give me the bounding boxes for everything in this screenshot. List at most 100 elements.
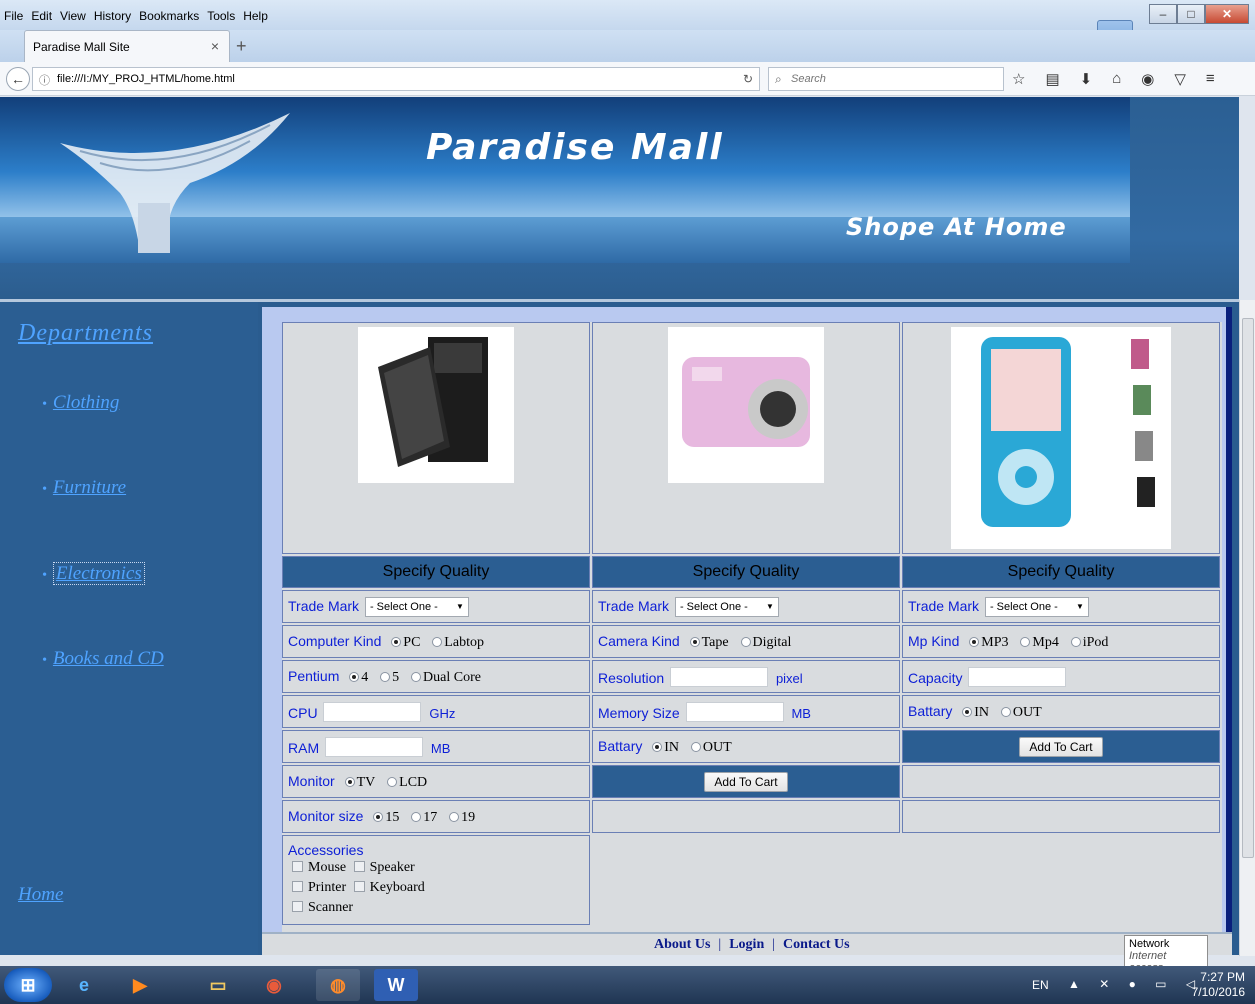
radio-battery-out[interactable]: [690, 741, 701, 752]
radio-size-19[interactable]: [449, 811, 460, 822]
radio-size-17[interactable]: [411, 811, 422, 822]
radio-pc[interactable]: [391, 636, 402, 647]
menu-bookmarks[interactable]: Bookmarks: [139, 9, 199, 23]
ie-icon[interactable]: e: [62, 969, 106, 1001]
chat-icon[interactable]: ◉: [1141, 70, 1154, 88]
option-label: Dual Core: [423, 669, 481, 685]
radio-pentium-5[interactable]: [380, 671, 391, 682]
mp3-image: [951, 327, 1171, 549]
site-title: Paradise Mall: [426, 127, 724, 168]
computer-trademark-select[interactable]: - Select One - ▼: [364, 596, 469, 617]
header-banner: Paradise Mall Shope At Home: [0, 97, 1130, 263]
option-label: PC: [403, 634, 421, 650]
camera-image: [668, 327, 824, 483]
option-label: LCD: [399, 774, 428, 790]
menu-help[interactable]: Help: [243, 9, 268, 23]
monitor-label: Monitor: [288, 772, 335, 789]
info-icon[interactable]: ⓘ: [39, 72, 50, 88]
radio-battery-in[interactable]: [962, 706, 973, 717]
vertical-scrollbar[interactable]: [1239, 300, 1255, 956]
clock[interactable]: 7:27 PM 7/10/2016: [1192, 970, 1245, 1000]
bookmark-star-icon[interactable]: ☆: [1012, 70, 1025, 88]
mp3-battery-row: Battary IN OUT: [902, 695, 1220, 728]
checkbox-scanner[interactable]: [292, 901, 303, 912]
close-window-button[interactable]: ✕: [1205, 4, 1249, 24]
radio-mp3[interactable]: [969, 636, 980, 647]
mp-kind-label: Mp Kind: [908, 632, 960, 649]
camera-trademark-select[interactable]: - Select One - ▼: [674, 596, 779, 617]
cpu-input[interactable]: [323, 701, 422, 722]
resolution-input[interactable]: [670, 666, 769, 687]
camera-add-to-cart-button[interactable]: Add To Cart: [704, 771, 788, 792]
departments-title[interactable]: Departments: [18, 320, 153, 347]
chrome-icon[interactable]: ◉: [252, 969, 296, 1001]
home-link[interactable]: Home: [18, 884, 63, 906]
radio-labtop[interactable]: [432, 636, 443, 647]
hamburger-menu-icon[interactable]: ≡: [1206, 70, 1215, 88]
radio-battery-in[interactable]: [652, 741, 663, 752]
radio-monitor-lcd[interactable]: [387, 776, 398, 787]
checkbox-keyboard[interactable]: [353, 881, 365, 892]
camera-battery-row: Battary IN OUT: [592, 730, 900, 763]
navigation-toolbar: ← ⓘ file:///I:/MY_PROJ_HTML/home.html ↻ …: [0, 62, 1255, 96]
radio-tape[interactable]: [689, 636, 700, 647]
checkbox-speaker[interactable]: [353, 861, 365, 872]
radio-dual-core[interactable]: [411, 671, 422, 682]
sidebar-item-electronics[interactable]: • Electronics: [42, 562, 145, 585]
tab-paradise-mall[interactable]: Paradise Mall Site ×: [24, 30, 230, 62]
sidebar-item-books[interactable]: • Books and CD: [42, 648, 164, 670]
checkbox-printer[interactable]: [292, 881, 303, 892]
search-box[interactable]: ⌕: [768, 67, 1004, 91]
capacity-input[interactable]: [968, 666, 1067, 687]
tab-close-icon[interactable]: ×: [211, 38, 219, 54]
language-indicator[interactable]: EN: [1032, 978, 1049, 992]
file-explorer-icon[interactable]: ▭: [196, 969, 240, 1001]
option-label: IN: [664, 739, 680, 755]
pocket-icon[interactable]: ▽: [1174, 70, 1186, 88]
start-button[interactable]: ⊞: [4, 968, 52, 1002]
tray-icons[interactable]: ▲ ✕ ● ▭ ◁: [1068, 977, 1203, 991]
checkbox-mouse[interactable]: [292, 861, 303, 872]
word-icon[interactable]: W: [374, 969, 418, 1001]
downloads-icon[interactable]: ⬇: [1080, 70, 1093, 88]
maximize-button[interactable]: □: [1177, 4, 1205, 24]
sidebar-item-furniture[interactable]: • Furniture: [42, 477, 126, 499]
reload-icon[interactable]: ↻: [743, 72, 753, 86]
firefox-icon[interactable]: ◍: [316, 969, 360, 1001]
radio-battery-out[interactable]: [1000, 706, 1011, 717]
about-us-link[interactable]: About Us: [654, 937, 710, 952]
login-link[interactable]: Login: [729, 937, 764, 952]
option-label: Digital: [752, 634, 792, 650]
mp3-trademark-select[interactable]: - Select One - ▼: [984, 596, 1089, 617]
media-player-icon[interactable]: ▶: [118, 969, 162, 1001]
scroll-thumb[interactable]: [1242, 318, 1254, 858]
menu-tools[interactable]: Tools: [207, 9, 235, 23]
memory-size-input[interactable]: [685, 701, 784, 722]
radio-digital[interactable]: [740, 636, 751, 647]
radio-size-15[interactable]: [373, 811, 384, 822]
sidebar-item-clothing[interactable]: • Clothing: [42, 392, 119, 414]
radio-pentium-4[interactable]: [349, 671, 360, 682]
radio-monitor-tv[interactable]: [344, 776, 355, 787]
home-icon[interactable]: ⌂: [1112, 70, 1121, 88]
new-tab-icon[interactable]: +: [236, 36, 247, 57]
reading-list-icon[interactable]: ▤: [1045, 70, 1059, 88]
radio-ipod[interactable]: [1070, 636, 1081, 647]
minimize-button[interactable]: –: [1149, 4, 1177, 24]
mp3-add-to-cart-button[interactable]: Add To Cart: [1019, 736, 1103, 757]
camera-spec-header: Specify Quality: [592, 556, 900, 588]
url-bar[interactable]: ⓘ file:///I:/MY_PROJ_HTML/home.html ↻: [32, 67, 760, 91]
back-arrow-icon[interactable]: ←: [6, 67, 30, 91]
search-input[interactable]: [791, 71, 991, 87]
computer-monitor-row: Monitor TV LCD: [282, 765, 590, 798]
computer-cpu-row: CPU GHz: [282, 695, 590, 728]
menu-edit[interactable]: Edit: [31, 9, 52, 23]
menu-file[interactable]: File: [4, 9, 23, 23]
menu-view[interactable]: View: [60, 9, 86, 23]
ram-input[interactable]: [325, 736, 424, 757]
option-label: OUT: [1012, 704, 1042, 720]
menu-history[interactable]: History: [94, 9, 131, 23]
radio-mp4[interactable]: [1020, 636, 1031, 647]
camera-resolution-row: Resolution pixel: [592, 660, 900, 693]
contact-us-link[interactable]: Contact Us: [783, 937, 850, 952]
